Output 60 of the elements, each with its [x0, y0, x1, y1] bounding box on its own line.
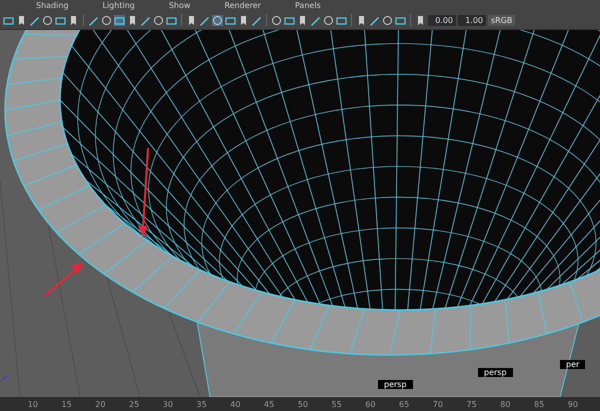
toolbar-icon[interactable]	[29, 14, 40, 26]
timeline-tick: 90	[566, 400, 579, 408]
timeline-tick: 25	[128, 400, 140, 408]
timeline-tick: 40	[229, 400, 242, 408]
toolbar-icon[interactable]	[3, 14, 14, 26]
toolbar-icon[interactable]	[415, 14, 426, 26]
timeline-tick: 30	[162, 400, 174, 408]
timeline-tick: 80	[499, 400, 512, 408]
toolbar-icon[interactable]	[356, 14, 367, 26]
timeline-tick: 15	[60, 400, 73, 408]
toolbar-icon[interactable]	[88, 14, 99, 26]
toolbar-icon[interactable]	[382, 14, 393, 26]
gamma-field[interactable]: 1.00	[458, 14, 486, 26]
timeline-tick: 10	[26, 400, 39, 408]
timeline-tick: 75	[466, 400, 478, 408]
toolbar-icon[interactable]	[336, 14, 347, 26]
timeline-tick: 85	[533, 400, 546, 408]
menu-item[interactable]: Shading	[36, 1, 68, 10]
timeline-tick: 70	[432, 400, 444, 408]
toolbar-icon[interactable]	[238, 14, 249, 26]
toolbar-icon[interactable]	[101, 14, 112, 26]
toolbar-icon[interactable]	[55, 14, 66, 26]
camera-label: per	[560, 360, 586, 369]
toolbar-icon[interactable]	[199, 14, 210, 26]
color-space-field[interactable]: sRGB	[488, 14, 516, 26]
toolbar-icon[interactable]	[225, 14, 236, 26]
timeline-tick: 45	[263, 400, 276, 408]
exposure-field[interactable]: 0.00	[428, 14, 456, 26]
timeline-tick: 65	[398, 400, 410, 408]
toolbar-icon[interactable]	[68, 14, 79, 26]
toolbar-icon[interactable]	[297, 14, 308, 26]
toolbar-icon[interactable]	[271, 14, 282, 26]
timeline-tick: 55	[330, 400, 343, 408]
toolbar-icon[interactable]	[310, 14, 321, 26]
timeline-tick: 35	[196, 400, 208, 408]
toolbar-icon[interactable]	[140, 14, 151, 26]
menu-item[interactable]: Panels	[294, 1, 321, 10]
menu-item[interactable]: Show	[168, 1, 190, 10]
toolbar-icon[interactable]	[127, 14, 138, 26]
axis-indicator-icon	[2, 374, 8, 380]
toolbar-icon[interactable]	[395, 14, 406, 26]
toolbar-icon[interactable]	[284, 14, 295, 26]
camera-label: persp	[378, 380, 413, 389]
toolbar-icon[interactable]	[166, 14, 177, 26]
toolbar-icon[interactable]	[369, 14, 380, 26]
toolbar-icon[interactable]	[16, 14, 27, 26]
toolbar-icon[interactable]	[186, 14, 197, 26]
timeline-tick: 60	[364, 400, 376, 408]
timeline-tick: 20	[94, 400, 106, 408]
toolbar-icon[interactable]	[42, 14, 53, 26]
toolbar-icon[interactable]	[153, 14, 164, 26]
pointer-arrow	[43, 263, 83, 297]
toolbar-icon[interactable]	[212, 14, 223, 26]
toolbar-icon[interactable]	[251, 14, 262, 26]
toolbar-icon[interactable]	[323, 14, 334, 26]
menu-item[interactable]: Renderer	[224, 1, 261, 10]
menu-item[interactable]: Lighting	[102, 1, 135, 10]
camera-label: persp	[478, 368, 513, 377]
toolbar-icon[interactable]	[114, 14, 125, 26]
timeline-tick: 50	[296, 400, 309, 408]
